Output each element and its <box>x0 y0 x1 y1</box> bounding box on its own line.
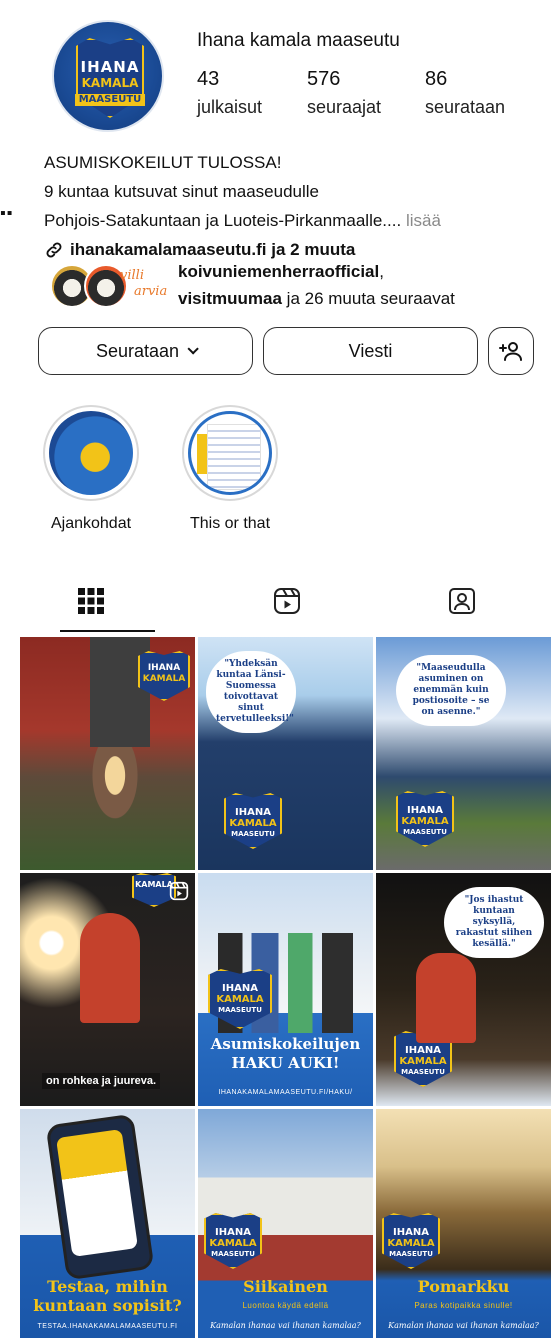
quote-bubble: "Yhdeksän kuntaa Länsi-Suomessa toivotta… <box>206 651 296 733</box>
profile-actions: Seurataan Viesti <box>38 327 536 375</box>
posts-grid: IHANA KAMALA "Yhdeksän kuntaa Länsi-Suom… <box>20 637 552 1338</box>
message-button-label: Viesti <box>348 340 393 361</box>
followed-by[interactable]: villi arvia koivuniemenherraofficial, vi… <box>50 258 550 312</box>
post-tile[interactable]: "Jos ihastut kuntaan syksyllä, rakastut … <box>376 873 551 1106</box>
stat-followers[interactable]: 576 seuraajat <box>307 68 425 118</box>
avatar-logo-text: IHANA KAMALA MAASEUTU <box>54 60 162 106</box>
following-button-label: Seurataan <box>95 340 180 361</box>
bio-line-3-text: Pohjois-Satakuntaan ja Luoteis-Pirkanmaa… <box>44 211 402 230</box>
tab-posts-grid[interactable] <box>16 570 166 632</box>
brand-badge: IHANA KAMALA MAASEUTU <box>396 791 454 847</box>
post-headline: Asumiskokeilujen HAKU AUKI! <box>210 1035 361 1072</box>
bio-line-3: Pohjois-Satakuntaan ja Luoteis-Pirkanmaa… <box>44 206 544 235</box>
reels-icon <box>169 881 189 901</box>
reel-caption: on rohkea ja juureva. <box>42 1073 161 1089</box>
reels-icon <box>274 588 300 614</box>
add-user-icon <box>499 342 522 361</box>
chevron-down-icon <box>187 343 199 355</box>
highlight-label: This or that <box>189 515 271 532</box>
post-subtitle: Paras kotipaikka sinulle! <box>414 1301 513 1310</box>
tagged-icon <box>449 588 475 614</box>
post-tile[interactable]: IHANA KAMALA MAASEUTU Pomarkku Paras kot… <box>376 1109 551 1338</box>
brand-badge: IHANA KAMALA <box>138 651 190 701</box>
grid-icon <box>78 588 104 614</box>
post-tile[interactable]: IHANA KAMALA <box>20 637 195 870</box>
link-icon <box>46 242 62 257</box>
highlight-ring <box>43 405 139 501</box>
stat-following[interactable]: 86 seurataan <box>425 68 535 118</box>
stat-followers-label: seuraajat <box>307 97 382 117</box>
follower-avatar-3: villi arvia <box>120 268 168 299</box>
bio-more-link[interactable]: lisää <box>406 211 441 230</box>
active-tab-indicator <box>60 630 155 632</box>
following-button[interactable]: Seurataan <box>38 327 253 375</box>
post-url: TESTAA.IHANAKAMALAMAASEUTU.FI <box>37 1323 178 1330</box>
message-button[interactable]: Viesti <box>263 327 478 375</box>
follower-name-2[interactable]: visitmuumaa <box>178 289 282 308</box>
bio-line-2: 9 kuntaa kutsuvat sinut maaseudulle <box>44 182 320 201</box>
quote-bubble: "Jos ihastut kuntaan syksyllä, rakastut … <box>444 887 544 958</box>
brand-badge: IHANA KAMALA MAASEUTU <box>382 1213 440 1269</box>
post-tile[interactable]: IHANA KAMALA MAASEUTU Asumiskokeilujen H… <box>198 873 373 1106</box>
post-tile[interactable]: "Maaseudulla asuminen on enemmän kuin po… <box>376 637 551 870</box>
highlight-ring <box>182 405 278 501</box>
followed-by-text: koivuniemenherraofficial, visitmuumaa ja… <box>178 262 455 308</box>
post-tile[interactable]: IHANA KAMALA MAASEUTU Siikainen Luontoa … <box>198 1109 373 1338</box>
brand-badge: IHANA KAMALA MAASEUTU <box>394 1031 452 1087</box>
post-tile-reel[interactable]: KAMALA on rohkea ja juureva. <box>20 873 195 1106</box>
stat-following-label: seurataan <box>425 97 506 117</box>
brand-badge: IHANA KAMALA MAASEUTU <box>224 793 282 849</box>
highlight-ajankohdat[interactable]: Ajankohdat <box>36 405 146 533</box>
profile-header: IHANA KAMALA MAASEUTU Ihana kamala maase… <box>0 0 552 140</box>
profile-bio: ASUMISKOKEILUT TULOSSA! 9 kuntaa kutsuva… <box>44 148 544 264</box>
post-url: IHANAKAMALAMAASEUTU.FI/HAKU/ <box>218 1089 353 1096</box>
stat-followers-value: 576 <box>307 68 341 90</box>
post-tile[interactable]: "Yhdeksän kuntaa Länsi-Suomessa toivotta… <box>198 637 373 870</box>
profile-tabs <box>0 570 552 632</box>
stat-following-value: 86 <box>425 68 448 90</box>
suggest-users-button[interactable] <box>488 327 534 375</box>
highlight-label: Ajankohdat <box>50 515 132 532</box>
brand-badge: IHANA KAMALA MAASEUTU <box>204 1213 262 1269</box>
stat-posts-label: julkaisut <box>197 97 263 117</box>
tab-tagged[interactable] <box>370 570 552 632</box>
post-headline: Pomarkku <box>417 1277 510 1296</box>
highlight-cover-map <box>49 411 133 495</box>
post-tile[interactable]: Testaa, mihin kuntaan sopisit? TESTAA.IH… <box>20 1109 195 1338</box>
profile-name: Ihana kamala maaseutu <box>197 30 400 51</box>
stat-posts[interactable]: 43 julkaisut <box>197 68 307 118</box>
post-tagline: Kamalan ihanaa vai ihanan kamalaa? <box>210 1321 361 1330</box>
stat-posts-value: 43 <box>197 68 220 90</box>
post-tagline: Kamalan ihanaa vai ihanan kamalaa? <box>388 1321 539 1330</box>
quote-bubble: "Maaseudulla asuminen on enemmän kuin po… <box>396 655 506 726</box>
followed-by-rest: ja 26 muuta seuraavat <box>281 289 455 308</box>
brand-badge: IHANA KAMALA MAASEUTU <box>208 969 272 1029</box>
bio-line-1: ASUMISKOKEILUT TULOSSA! <box>44 153 282 172</box>
highlight-this-or-that[interactable]: This or that <box>175 405 285 533</box>
followed-by-avatars: villi arvia <box>50 264 180 308</box>
follower-name-1[interactable]: koivuniemenherraofficial <box>178 262 379 281</box>
profile-stats: 43 julkaisut 576 seuraajat 86 seurataan <box>197 68 535 118</box>
post-headline: Siikainen <box>243 1277 328 1296</box>
tab-reels[interactable] <box>195 570 379 632</box>
story-highlights: Ajankohdat This or that <box>40 405 520 545</box>
post-headline: Testaa, mihin kuntaan sopisit? <box>33 1277 182 1315</box>
post-subtitle: Luontoa käydä edellä <box>242 1301 329 1310</box>
highlight-cover-list <box>188 411 272 495</box>
profile-avatar[interactable]: IHANA KAMALA MAASEUTU <box>52 20 164 132</box>
more-options-icon[interactable]: ▪▪ <box>0 205 13 223</box>
